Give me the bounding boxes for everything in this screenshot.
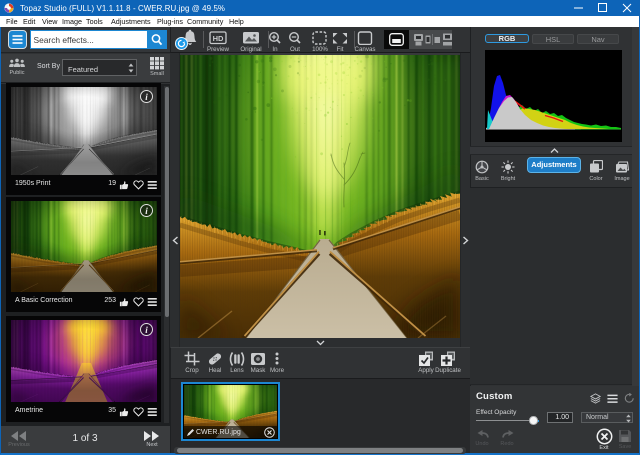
svg-text:HD: HD bbox=[213, 34, 224, 43]
